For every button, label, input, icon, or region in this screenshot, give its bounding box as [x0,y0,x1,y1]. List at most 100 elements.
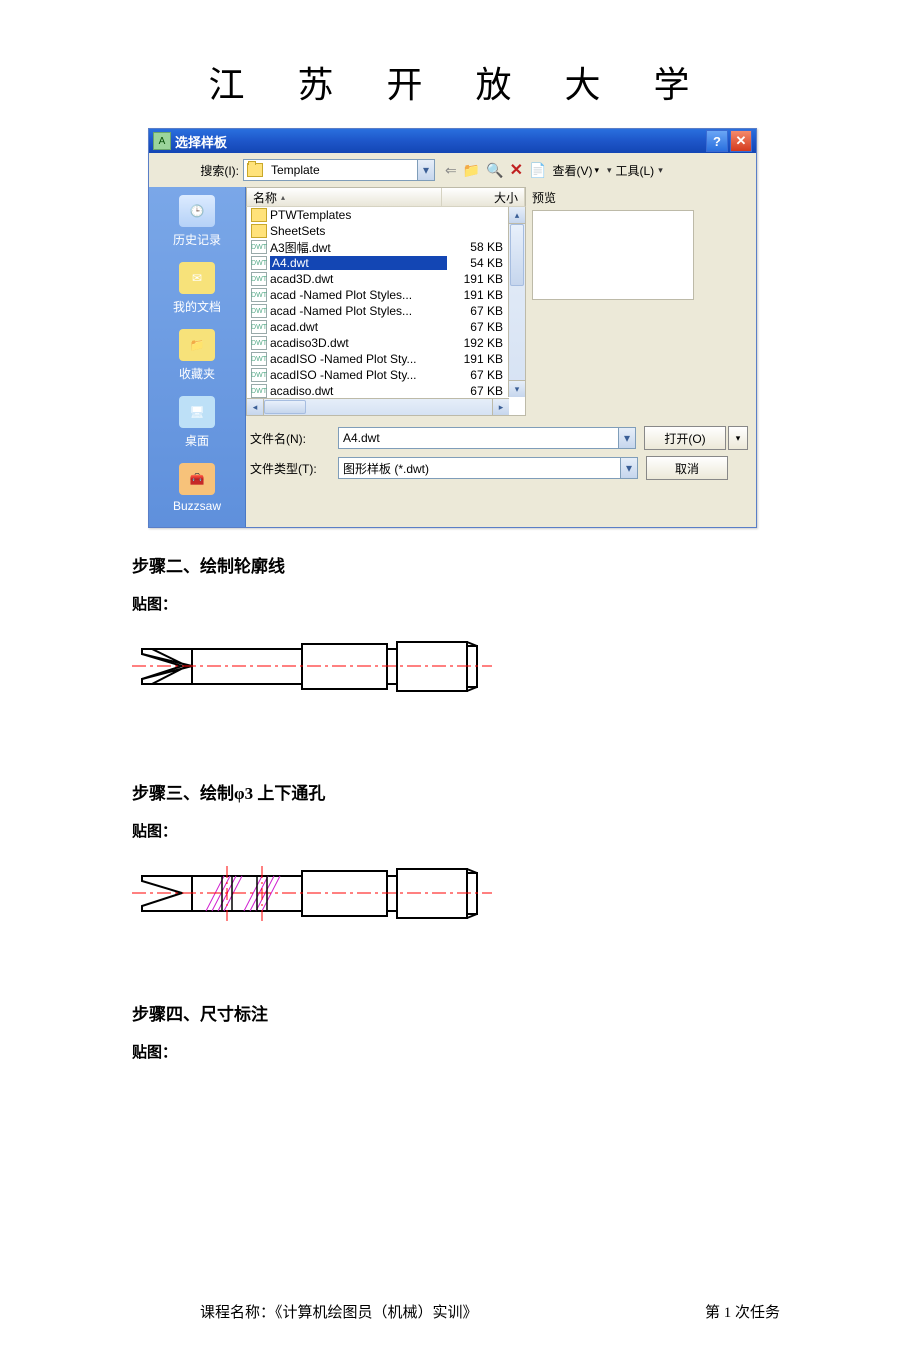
file-row[interactable]: DWTA3图幅.dwt58 KB [247,239,525,255]
close-button[interactable]: ✕ [730,130,752,152]
file-name: PTWTemplates [270,208,447,222]
column-size[interactable]: 大小 [442,188,525,206]
place-label: 我的文档 [149,298,245,315]
search-icon[interactable]: 🔍 [486,162,503,179]
paste-label: 贴图： [132,1041,788,1062]
file-row[interactable]: DWTacad -Named Plot Styles...191 KB [247,287,525,303]
file-row[interactable]: DWTacadiso3D.dwt192 KB [247,335,525,351]
template-dialog: A 选择样板 ? ✕ 搜索(I): Template ▾ ⇐ 📁 🔍 ✕ 📄 [148,128,757,528]
scroll-up-icon[interactable]: ▴ [509,207,525,224]
place-label: 收藏夹 [149,365,245,382]
place-label: 历史记录 [149,231,245,248]
file-name: acadISO -Named Plot Sty... [270,368,447,382]
dwt-file-icon: DWT [251,288,267,302]
filename-label: 文件名(N): [248,430,332,447]
file-name: acadiso3D.dwt [270,336,447,350]
tool-dropdown[interactable]: ▾ 工具(L) ▾ [605,162,665,179]
scroll-left-icon[interactable]: ◂ [247,399,264,415]
chevron-down-icon[interactable]: ▾ [618,428,635,448]
footer-task: 第 1 次任务 [705,1301,780,1322]
file-name: SheetSets [270,224,447,238]
file-row[interactable]: DWTacad3D.dwt191 KB [247,271,525,287]
filename-value: A4.dwt [339,431,618,445]
chevron-down-icon[interactable]: ▾ [620,458,637,478]
column-name[interactable]: 名称▴ [247,188,442,206]
dwt-file-icon: DWT [251,240,267,254]
dwt-file-icon: DWT [251,352,267,366]
file-row[interactable]: DWTacad -Named Plot Styles...67 KB [247,303,525,319]
file-row[interactable]: DWTacadiso.dwt67 KB [247,383,525,399]
file-name: acad3D.dwt [270,272,447,286]
preview-box [532,210,694,300]
file-list: 名称▴ 大小 PTWTemplates SheetSetsDWTA3图幅.dwt5… [246,187,526,416]
delete-icon[interactable]: ✕ [510,160,523,180]
file-row[interactable]: PTWTemplates [247,207,525,223]
file-name: acadISO -Named Plot Sty... [270,352,447,366]
file-row[interactable]: DWTacadISO -Named Plot Sty...191 KB [247,351,525,367]
favorites-icon: 📁 [179,329,215,361]
file-row[interactable]: SheetSets [247,223,525,239]
file-row[interactable]: DWTacadISO -Named Plot Sty...67 KB [247,367,525,383]
hscroll-thumb[interactable] [264,400,306,414]
step2-heading: 步骤二、绘制轮廓线 [132,552,788,577]
place-label: Buzzsaw [149,499,245,513]
dwt-file-icon: DWT [251,272,267,286]
scroll-down-icon[interactable]: ▾ [509,380,525,397]
dialog-title: 选择样板 [175,132,704,151]
step4-heading: 步骤四、尺寸标注 [132,1000,788,1025]
folder-icon [251,224,267,238]
place-desktop[interactable]: 🖥 桌面 [149,396,245,449]
file-name: acad -Named Plot Styles... [270,288,447,302]
file-name: A4.dwt [270,256,447,270]
title-bar: A 选择样板 ? ✕ [149,129,756,153]
help-button[interactable]: ? [706,130,728,152]
drawing-step3 [132,851,920,976]
file-name: acadiso.dwt [270,384,447,398]
step3-heading: 步骤三、绘制φ3 上下通孔 [132,779,788,804]
open-dropdown-button[interactable]: ▾ [728,426,748,450]
buzzsaw-icon: 🧰 [179,463,215,495]
dwt-file-icon: DWT [251,320,267,334]
search-row: 搜索(I): Template ▾ ⇐ 📁 🔍 ✕ 📄 查看(V) ▾ [149,153,756,187]
place-history[interactable]: 🕒 历史记录 [149,195,245,248]
file-row[interactable]: DWTacad.dwt67 KB [247,319,525,335]
page-footer: 课程名称：《计算机绘图员（机械）实训》 第 1 次任务 [0,1301,920,1322]
dwt-file-icon: DWT [251,368,267,382]
tool-label: 工具(L) [616,162,655,179]
filetype-combo[interactable]: 图形样板 (*.dwt) ▾ [338,457,638,479]
place-documents[interactable]: ✉ 我的文档 [149,262,245,315]
open-button[interactable]: 打开(O) [644,426,726,450]
file-name: acad.dwt [270,320,447,334]
drawing-step2 [132,624,920,749]
filetype-value: 图形样板 (*.dwt) [339,460,620,477]
scroll-thumb[interactable] [510,224,524,286]
view-dropdown[interactable]: 查看(V) ▾ [552,162,599,179]
footer-course: 课程名称：《计算机绘图员（机械）实训》 [200,1301,478,1322]
file-name: A3图幅.dwt [270,239,447,256]
folder-icon [251,208,267,222]
page-title: 江 苏 开 放 大 学 [0,56,920,108]
places-bar: 🕒 历史记录 ✉ 我的文档 📁 收藏夹 🖥 桌面 [149,187,246,527]
back-icon[interactable]: ⇐ [445,162,457,179]
filename-combo[interactable]: A4.dwt ▾ [338,427,636,449]
file-row[interactable]: DWTA4.dwt54 KB [247,255,525,271]
cancel-button[interactable]: 取消 [646,456,728,480]
up-folder-icon[interactable]: 📁 [463,162,480,179]
dwt-file-icon: DWT [251,336,267,350]
paste-label: 贴图： [132,820,788,841]
dwt-file-icon: DWT [251,384,267,398]
preview-label: 预览 [532,189,748,206]
new-folder-icon[interactable]: 📄 [529,162,546,179]
toolbar-icons: ⇐ 📁 🔍 ✕ 📄 [445,160,546,180]
paste-label: 贴图： [132,593,788,614]
scroll-right-icon[interactable]: ▸ [492,399,509,415]
search-combo[interactable]: Template ▾ [243,159,435,181]
horizontal-scrollbar[interactable]: ◂ ▸ [247,398,509,415]
dwt-file-icon: DWT [251,256,267,270]
chevron-down-icon[interactable]: ▾ [417,160,434,180]
place-favorites[interactable]: 📁 收藏夹 [149,329,245,382]
file-name: acad -Named Plot Styles... [270,304,447,318]
desktop-icon: 🖥 [179,396,215,428]
vertical-scrollbar[interactable]: ▴ ▾ [508,207,525,397]
place-buzzsaw[interactable]: 🧰 Buzzsaw [149,463,245,513]
